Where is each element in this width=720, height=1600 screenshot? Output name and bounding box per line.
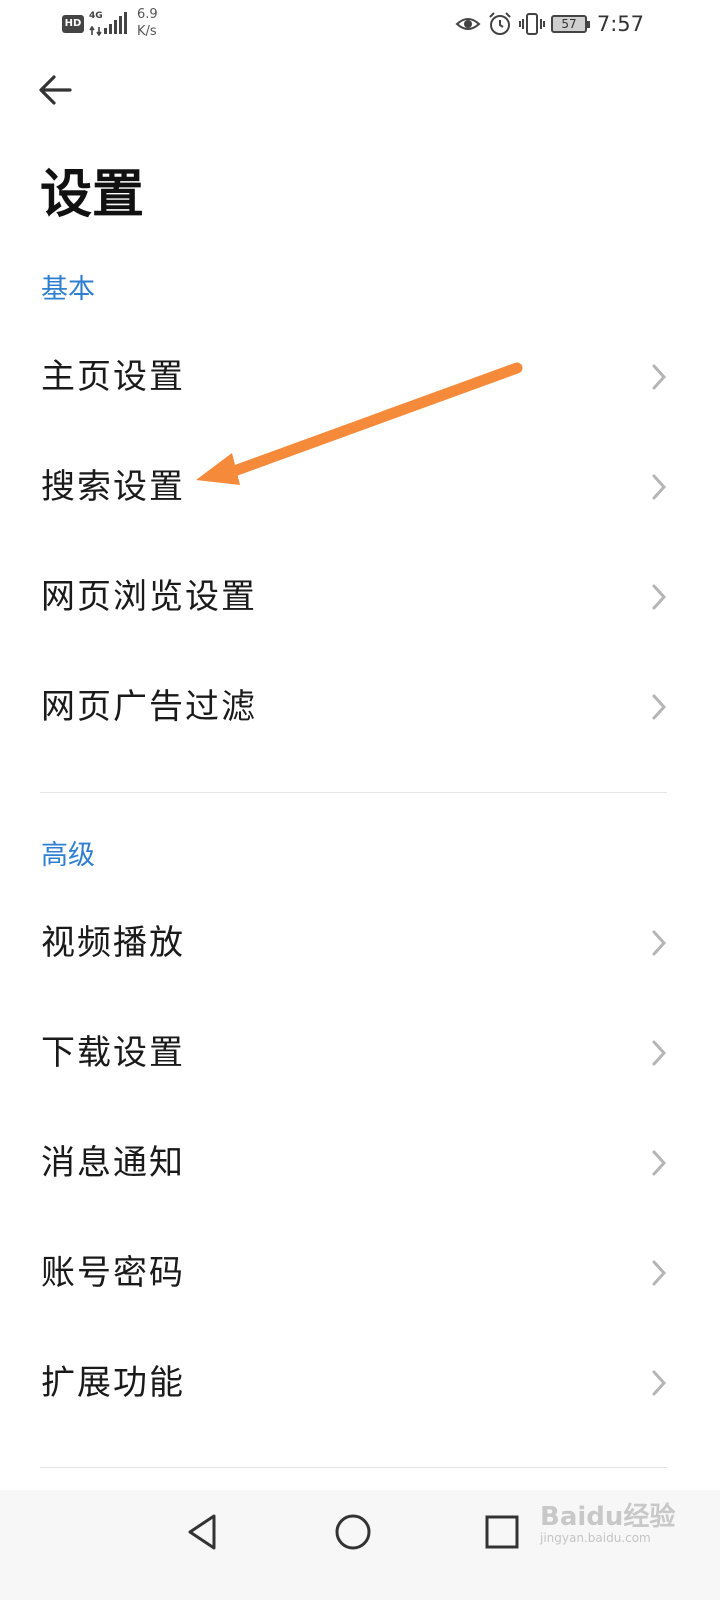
- chevron-right-icon: [652, 930, 667, 956]
- chevron-right-icon: [652, 364, 667, 390]
- settings-item-homepage[interactable]: 主页设置: [0, 322, 720, 432]
- nav-recents-icon[interactable]: [478, 1508, 526, 1556]
- alarm-icon: [489, 12, 511, 35]
- settings-item-video[interactable]: 视频播放: [0, 888, 720, 998]
- item-label: 网页浏览设置: [41, 577, 257, 617]
- network-label: 4G: [89, 11, 103, 21]
- section-divider: [40, 1467, 667, 1468]
- item-label: 网页广告过滤: [41, 687, 257, 727]
- settings-item-download[interactable]: 下载设置: [0, 998, 720, 1108]
- watermark-brand: Baidu经验: [540, 1502, 676, 1532]
- clock: 7:57: [596, 12, 644, 36]
- signal-icon: [104, 12, 127, 34]
- watermark-url: jingyan.baidu.com: [540, 1531, 651, 1545]
- hd-badge: HD: [62, 15, 84, 33]
- eye-icon: [455, 18, 481, 30]
- speed-value: 6.9: [137, 7, 158, 22]
- network-type: 4G: [89, 11, 103, 37]
- item-label: 视频播放: [41, 923, 185, 963]
- chevron-right-icon: [652, 1150, 667, 1176]
- item-label: 扩展功能: [41, 1363, 185, 1403]
- item-label: 主页设置: [41, 357, 185, 397]
- watermark: Baidu经验 jingyan.baidu.com: [540, 1496, 675, 1545]
- battery-icon: 57: [551, 15, 590, 33]
- chevron-right-icon: [652, 694, 667, 720]
- status-icons: 57: [455, 11, 590, 37]
- item-label: 账号密码: [41, 1253, 185, 1293]
- settings-item-search[interactable]: 搜索设置: [0, 432, 720, 542]
- section-header-advanced: 高级: [41, 840, 95, 871]
- item-label: 下载设置: [41, 1033, 185, 1073]
- settings-item-notifications[interactable]: 消息通知: [0, 1108, 720, 1218]
- chevron-right-icon: [652, 584, 667, 610]
- settings-item-account[interactable]: 账号密码: [0, 1218, 720, 1328]
- settings-item-extensions[interactable]: 扩展功能: [0, 1328, 720, 1438]
- data-arrows-icon: [89, 25, 102, 37]
- settings-item-ad-filter[interactable]: 网页广告过滤: [0, 652, 720, 762]
- section-header-basic: 基本: [41, 274, 95, 305]
- item-label: 搜索设置: [41, 467, 185, 507]
- back-arrow-icon[interactable]: [36, 70, 76, 110]
- chevron-right-icon: [652, 474, 667, 500]
- status-bar: HD 4G 6.9 K/s 57 7:57: [0, 0, 720, 48]
- speed-unit: K/s: [137, 24, 157, 39]
- chevron-right-icon: [652, 1040, 667, 1066]
- nav-home-icon[interactable]: [329, 1508, 377, 1556]
- chevron-right-icon: [652, 1370, 667, 1396]
- settings-item-browsing[interactable]: 网页浏览设置: [0, 542, 720, 652]
- vibrate-icon: [519, 13, 545, 35]
- nav-back-icon[interactable]: [180, 1508, 228, 1556]
- item-label: 消息通知: [41, 1143, 185, 1183]
- section-divider: [40, 792, 667, 793]
- page-title: 设置: [40, 164, 145, 225]
- network-speed: 6.9 K/s: [137, 6, 167, 40]
- chevron-right-icon: [652, 1260, 667, 1286]
